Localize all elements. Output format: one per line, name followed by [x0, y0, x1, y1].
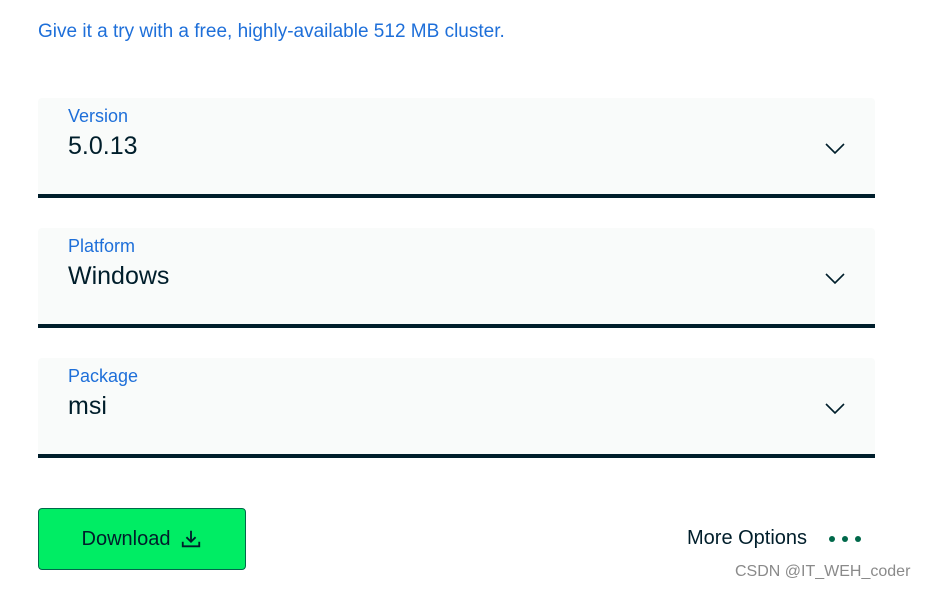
download-icon — [182, 530, 201, 548]
version-label: Version — [68, 106, 129, 126]
watermark: CSDN @IT_WEH_coder — [735, 563, 911, 580]
download-panel: Give it a try with a free, highly-availa… — [0, 0, 929, 590]
package-value: msi — [68, 392, 107, 420]
version-value: 5.0.13 — [68, 132, 138, 160]
chevron-down-icon — [825, 143, 845, 155]
more-options-label: More Options — [687, 527, 808, 549]
platform-label: Platform — [68, 236, 136, 256]
package-label: Package — [68, 366, 139, 386]
ellipsis-icon — [829, 535, 862, 542]
platform-value: Windows — [68, 262, 170, 290]
download-button-label: Download — [81, 527, 171, 550]
chevron-down-icon — [825, 403, 845, 415]
more-options-button[interactable]: More Options — [687, 527, 862, 550]
chevron-down-icon — [825, 273, 845, 285]
package-select[interactable]: Package msi — [38, 358, 875, 458]
platform-select[interactable]: Platform Windows — [38, 228, 875, 328]
free-cluster-link[interactable]: Give it a try with a free, highly-availa… — [38, 21, 505, 43]
version-select[interactable]: Version 5.0.13 — [38, 98, 875, 198]
download-button[interactable]: Download — [38, 508, 246, 570]
